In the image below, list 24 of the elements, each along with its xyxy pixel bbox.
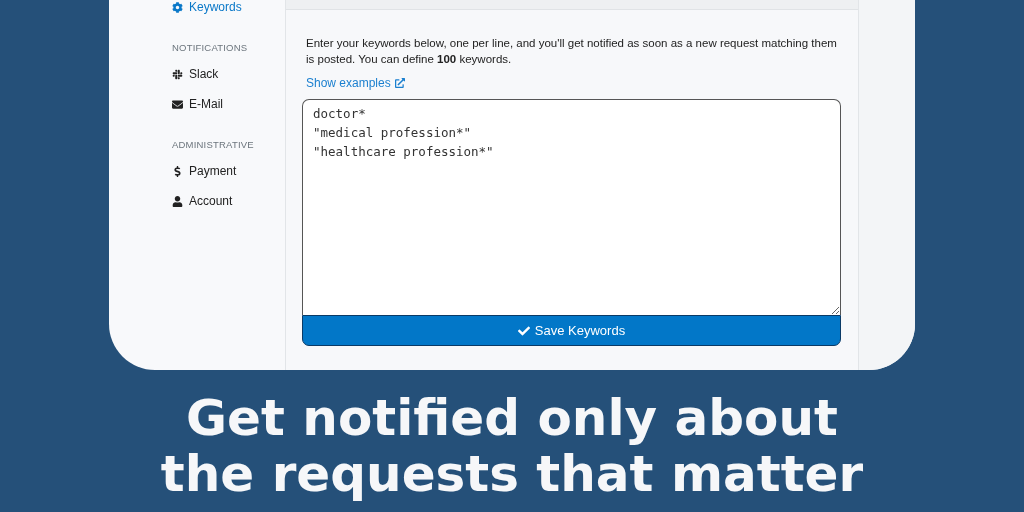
sidebar-item-label: Slack (189, 67, 219, 81)
sidebar-item-label: Keywords (189, 0, 242, 14)
section-heading: NOTIFICATIONS (172, 42, 249, 53)
check-icon (517, 324, 530, 337)
settings-icon (172, 1, 183, 13)
external-link-icon (394, 78, 405, 88)
user-icon (172, 195, 183, 207)
sidebar-item[interactable]: E-Mail (172, 89, 285, 119)
save-keywords-button[interactable]: Save Keywords (302, 315, 841, 346)
sidebar-item-label: Account (189, 194, 233, 208)
sidebar-item[interactable]: Payment (172, 156, 285, 186)
sidebar-item-label: Payment (189, 164, 237, 178)
headline: Get notified only about the requests that matter (159, 390, 865, 502)
dollar-icon (172, 165, 183, 177)
envelope-icon (172, 98, 183, 110)
sidebar-item-label: E-Mail (189, 97, 223, 111)
description: Enter your keywords below, one per line, and you'll get notified as soon as a new request matching them is posted. You can define 100 keywords. (306, 36, 838, 67)
section-heading: ADMINISTRATIVE (172, 139, 255, 150)
hash-grid-icon (172, 68, 183, 80)
sidebar-item[interactable]: Slack (172, 59, 285, 89)
keywords-field[interactable]: doctor* "medical profession*" "healthcare profession*" (302, 99, 841, 315)
show-examples-link[interactable]: Show examples (306, 76, 405, 90)
sidebar-item[interactable]: Account (172, 186, 285, 216)
sidebar-item[interactable]: Keywords (172, 0, 285, 22)
